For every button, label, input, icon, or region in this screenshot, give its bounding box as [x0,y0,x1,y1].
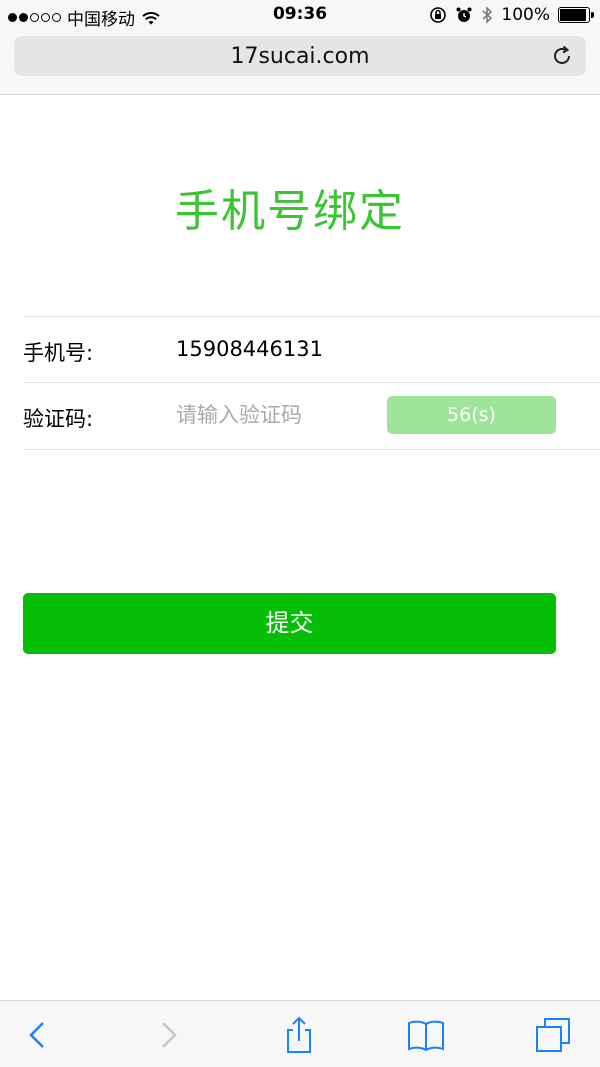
browser-address-area: 17sucai.com [0,30,600,95]
phone-row: 手机号: 15908446131 [23,316,600,383]
battery-fill [560,9,586,21]
status-right: 100% [429,5,594,25]
battery-icon [558,7,594,23]
submit-button[interactable]: 提交 [23,593,556,654]
share-icon[interactable] [279,1015,319,1055]
resend-countdown-button[interactable]: 56(s) [387,396,556,434]
forward-icon[interactable] [148,1015,188,1055]
status-bar: 中国移动 09:36 100% [0,0,600,30]
browser-toolbar [0,1000,600,1067]
address-bar[interactable]: 17sucai.com [14,36,586,76]
orientation-lock-icon [430,7,447,23]
page-title: 手机号绑定 [175,186,405,237]
phone-value: 15908446131 [176,337,323,361]
code-row: 验证码: 56(s) [23,382,600,450]
reload-icon[interactable] [550,44,574,68]
alarm-icon [456,7,472,22]
tabs-icon[interactable] [533,1015,573,1055]
verification-code-input[interactable] [176,397,376,433]
app-root: 中国移动 09:36 100% 17sucai.com 手机号绑定 手机号: 1… [0,0,600,1067]
back-icon[interactable] [18,1015,58,1055]
bluetooth-icon [482,6,493,24]
battery-percent: 100% [501,5,550,25]
phone-label: 手机号: [23,341,94,365]
bookmarks-icon[interactable] [406,1015,446,1055]
code-label: 验证码: [23,407,94,431]
url-text[interactable]: 17sucai.com [14,44,586,69]
